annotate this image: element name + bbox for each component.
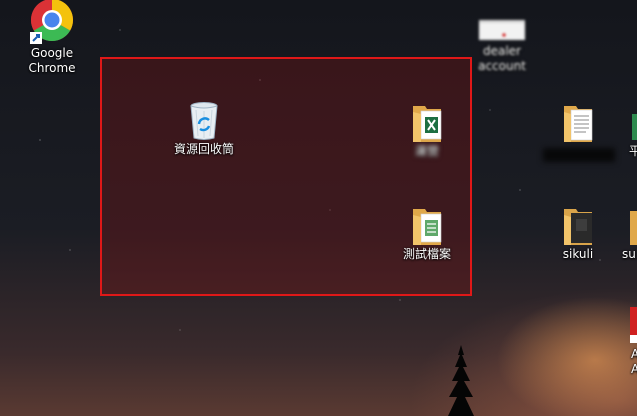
folder-icon — [630, 211, 637, 245]
desktop-icon-test-files[interactable]: 測試檔案 — [388, 205, 466, 262]
desktop-icon-edge-sub[interactable]: sub — [620, 205, 637, 262]
icon-label: sub — [622, 247, 637, 261]
desktop-icon-google-chrome[interactable]: Google Chrome — [13, 0, 91, 76]
folder-icon — [632, 114, 637, 140]
chrome-icon — [30, 0, 74, 44]
app-shortcut-icon — [630, 307, 637, 343]
icon-label-line2: account — [478, 59, 526, 73]
desktop-icon-recycle-bin[interactable]: 資源回收筒 — [165, 100, 243, 157]
icon-label: 資源回收筒 — [173, 142, 234, 156]
dark-folder-icon — [564, 209, 592, 245]
redaction-smudge — [543, 148, 615, 162]
document-folder-icon — [564, 106, 593, 142]
desktop-icon-document-folder[interactable] — [539, 102, 617, 162]
desktop-icon-edge-top[interactable]: 平 — [625, 102, 637, 159]
icon-label-line2: Chrome — [28, 61, 76, 75]
icon-label-line1: Google — [30, 46, 74, 60]
desktop-icon-dealer-account[interactable]: dealer account — [463, 18, 541, 74]
icon-label: sikuli — [562, 247, 594, 261]
icon-label-line1: dealer — [482, 44, 521, 58]
icon-label: 平 — [629, 144, 637, 158]
excel-folder-icon — [413, 209, 442, 245]
card-icon — [479, 20, 525, 40]
icon-label: 測試檔案 — [402, 247, 451, 261]
icon-label-line1: A — [631, 347, 637, 361]
icon-label: 運營 — [414, 144, 439, 158]
excel-folder-icon — [413, 106, 442, 142]
desktop-icon-edge-bottom[interactable]: A A — [626, 305, 637, 377]
tree-silhouette — [448, 345, 474, 416]
desktop-icon-sikuli[interactable]: sikuli — [539, 205, 617, 262]
icon-label-line2: A — [631, 362, 637, 376]
recycle-bin-icon — [190, 102, 218, 140]
desktop-icon-folder-top[interactable]: 運營 — [388, 102, 466, 159]
